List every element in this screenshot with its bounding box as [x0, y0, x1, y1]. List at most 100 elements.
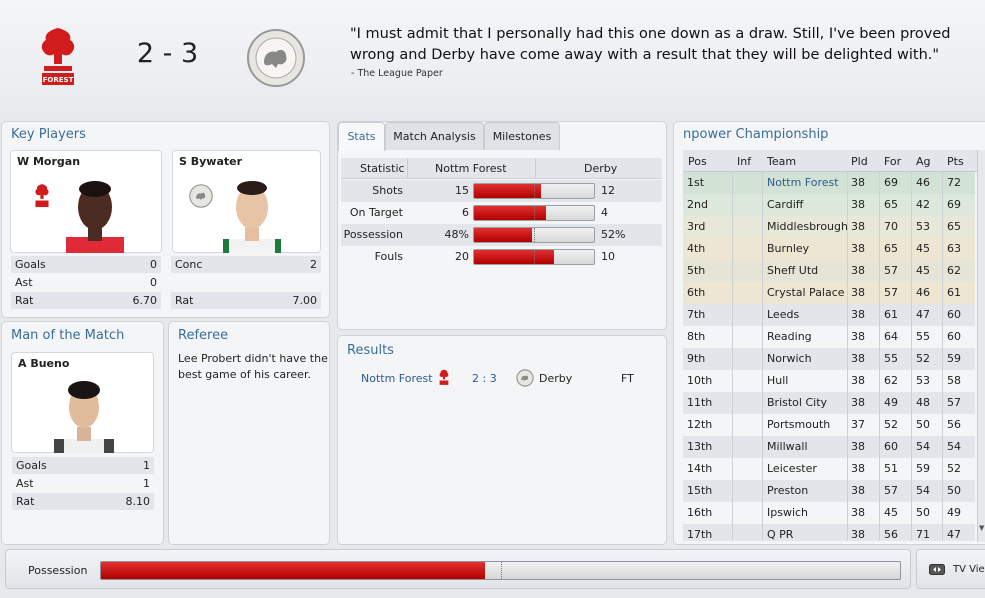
- stats-row: Fouls 20 10: [341, 246, 662, 268]
- league-cell-for: 61: [884, 308, 898, 321]
- league-cell-team: Millwall: [767, 440, 808, 453]
- stat-away-value: 10: [601, 250, 615, 263]
- column-divider: [879, 260, 880, 282]
- stat-label: Rat: [175, 294, 194, 307]
- league-table-row[interactable]: 3rd Middlesbrough 38 70 53 65: [683, 216, 975, 238]
- column-header[interactable]: Team: [767, 155, 796, 168]
- league-cell-ag: 42: [916, 198, 930, 211]
- player-photo-icon: [223, 181, 281, 253]
- stat-value: 2: [310, 258, 317, 271]
- column-divider: [732, 502, 733, 524]
- stats-row: Possession 48% 52%: [341, 224, 662, 246]
- league-cell-pld: 38: [851, 528, 865, 541]
- column-divider: [911, 216, 912, 238]
- column-divider: [732, 282, 733, 304]
- scroll-down-icon[interactable]: ▼: [979, 524, 984, 532]
- nottingham-forest-crest-icon: [439, 369, 449, 385]
- column-divider: [879, 326, 880, 348]
- league-cell-pos: 11th: [687, 396, 713, 409]
- league-cell-pld: 38: [851, 264, 865, 277]
- stat-row: [171, 274, 321, 291]
- result-status: FT: [621, 372, 634, 385]
- league-table-row[interactable]: 14th Leicester 38 51 59 52: [683, 458, 975, 480]
- away-key-player-card[interactable]: S Bywater: [172, 150, 321, 253]
- stat-name: Shots: [372, 184, 403, 197]
- league-table-row[interactable]: 12th Portsmouth 37 52 50 56: [683, 414, 975, 436]
- tv-view-label: TV View: [953, 564, 985, 575]
- tab-match-analysis[interactable]: Match Analysis: [385, 122, 484, 150]
- stat-row: Conc 2: [171, 256, 321, 273]
- column-header[interactable]: Ag: [916, 155, 931, 168]
- column-header[interactable]: Pts: [947, 155, 964, 168]
- result-score[interactable]: 2 : 3: [472, 372, 497, 385]
- league-table-row[interactable]: 6th Crystal Palace 38 57 46 61: [683, 282, 975, 304]
- column-header[interactable]: Pos: [688, 155, 707, 168]
- league-table-row[interactable]: 9th Norwich 38 55 52 59: [683, 348, 975, 370]
- motm-player-card[interactable]: A Bueno: [11, 352, 154, 453]
- column-divider: [911, 238, 912, 260]
- league-cell-pts: 65: [947, 220, 961, 233]
- league-table-row[interactable]: 11th Bristol City 38 49 48 57: [683, 392, 975, 414]
- league-cell-for: 65: [884, 198, 898, 211]
- stat-away-value: 12: [601, 184, 615, 197]
- league-table-row[interactable]: 5th Sheff Utd 38 57 45 62: [683, 260, 975, 282]
- league-cell-team: Ipswich: [767, 506, 809, 519]
- league-table-row[interactable]: 7th Leeds 38 61 47 60: [683, 304, 975, 326]
- league-cell-pos: 2nd: [687, 198, 708, 211]
- league-scrollbar[interactable]: ▼: [977, 150, 985, 542]
- column-divider: [762, 524, 763, 541]
- league-table-row[interactable]: 1st Nottm Forest 38 69 46 72: [683, 172, 975, 194]
- league-cell-pts: 72: [947, 176, 961, 189]
- league-cell-ag: 47: [916, 308, 930, 321]
- column-header[interactable]: Pld: [851, 155, 868, 168]
- stats-row: On Target 6 4: [341, 202, 662, 224]
- column-divider: [942, 502, 943, 524]
- stat-bar-midline: [534, 228, 535, 242]
- stat-row: Rat 7.00: [171, 292, 321, 309]
- column-divider: [762, 216, 763, 238]
- stat-row: Ast 0: [11, 274, 161, 291]
- league-cell-pos: 16th: [687, 506, 713, 519]
- league-table-row[interactable]: 8th Reading 38 64 55 60: [683, 326, 975, 348]
- league-table-row[interactable]: 15th Preston 38 57 54 50: [683, 480, 975, 502]
- column-divider: [911, 304, 912, 326]
- league-cell-pos: 15th: [687, 484, 713, 497]
- league-table-row[interactable]: 10th Hull 38 62 53 58: [683, 370, 975, 392]
- league-table-row[interactable]: 16th Ipswich 38 45 50 49: [683, 502, 975, 524]
- home-key-player-name: W Morgan: [17, 155, 81, 168]
- league-cell-team: Leicester: [767, 462, 817, 475]
- league-cell-ag: 50: [916, 418, 930, 431]
- result-home-team[interactable]: Nottm Forest: [361, 372, 433, 385]
- column-header[interactable]: For: [884, 155, 901, 168]
- column-divider: [847, 370, 848, 392]
- league-cell-pld: 38: [851, 506, 865, 519]
- stat-bar-fill: [474, 250, 555, 264]
- column-divider: [879, 458, 880, 480]
- stats-table-header: Statistic Nottm Forest Derby: [341, 158, 662, 179]
- league-cell-team: Norwich: [767, 352, 812, 365]
- league-table-row[interactable]: 13th Millwall 38 60 54 54: [683, 436, 975, 458]
- league-cell-team: Portsmouth: [767, 418, 831, 431]
- league-cell-pld: 38: [851, 440, 865, 453]
- column-header[interactable]: Inf: [737, 155, 751, 168]
- league-table-row[interactable]: 2nd Cardiff 38 65 42 69: [683, 194, 975, 216]
- tab-stats[interactable]: Stats: [338, 122, 385, 151]
- home-key-player-card[interactable]: W Morgan: [10, 150, 162, 253]
- result-away-team[interactable]: Derby: [539, 372, 572, 385]
- column-divider: [879, 216, 880, 238]
- stat-name: On Target: [349, 206, 403, 219]
- column-divider: [911, 370, 912, 392]
- key-players-panel: Key Players W Morgan S Bywater Goals 0 A…: [1, 121, 330, 318]
- derby-county-crest-icon: [516, 369, 534, 387]
- column-divider: [762, 436, 763, 458]
- tab-milestones[interactable]: Milestones: [484, 122, 560, 150]
- column-divider: [732, 260, 733, 282]
- derby-county-crest-icon: [247, 29, 305, 87]
- stat-name: Fouls: [374, 250, 403, 263]
- league-table-row[interactable]: 4th Burnley 38 65 45 63: [683, 238, 975, 260]
- column-divider: [942, 216, 943, 238]
- league-cell-pts: 47: [947, 528, 961, 541]
- stat-label: Goals: [15, 258, 46, 271]
- tv-view-button[interactable]: TV View: [916, 549, 985, 589]
- league-table-row[interactable]: 17th Q PR 38 56 71 47: [683, 524, 975, 541]
